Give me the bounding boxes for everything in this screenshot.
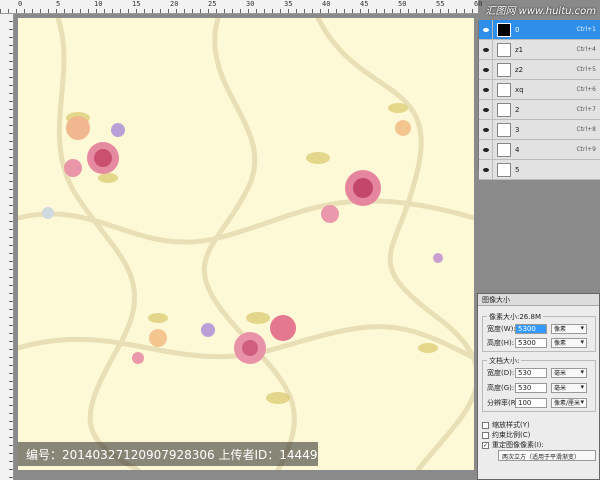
resolution-row: 分辨率(R): 100 像素/厘米: [487, 397, 587, 408]
document-size-legend: 文档大小:: [487, 356, 522, 366]
layer-name: xq: [515, 85, 524, 94]
resolution-label: 分辨率(R):: [487, 398, 521, 407]
scale-styles-label: 缩放样式(Y): [492, 421, 530, 429]
doc-height-label: 高度(G):: [487, 383, 515, 392]
doc-width-input[interactable]: 530: [515, 367, 547, 378]
scale-styles-checkbox[interactable]: 缩放样式(Y): [482, 420, 530, 430]
layer-thumbnail: [497, 42, 511, 57]
ruler-tick-label: 55: [436, 0, 445, 8]
resample-label: 重定图像像素(I):: [492, 441, 544, 449]
layer-row[interactable]: 3 Ctrl+8: [479, 119, 600, 140]
pixel-height-unit-select[interactable]: 像素: [551, 337, 587, 348]
doc-width-unit-select[interactable]: 毫米: [551, 367, 587, 378]
ruler-tick-label: 5: [56, 0, 61, 8]
constrain-proportions-label: 约束比例(C): [492, 431, 531, 439]
ruler-tick-label: 30: [246, 0, 255, 8]
document-canvas[interactable]: [18, 18, 474, 470]
visibility-eye-icon[interactable]: [479, 59, 493, 80]
doc-width-label: 宽度(D):: [487, 368, 515, 377]
vertical-ruler[interactable]: [0, 14, 14, 480]
ruler-tick-label: 15: [132, 0, 141, 8]
layer-shortcut: Ctrl+8: [576, 126, 596, 133]
ruler-tick-label: 50: [398, 0, 407, 8]
layer-name: 2: [515, 105, 520, 114]
ruler-tick-label: 35: [284, 0, 293, 8]
layer-row[interactable]: 4 Ctrl+9: [479, 139, 600, 160]
ruler-tick-label: 25: [208, 0, 217, 8]
pixel-width-row: 宽度(W): 5300 像素: [487, 323, 587, 334]
doc-height-row: 高度(G): 530 毫米: [487, 382, 587, 393]
ruler-tick-label: 60: [474, 0, 483, 8]
layer-name: z2: [515, 65, 524, 74]
doc-height-input[interactable]: 530: [515, 382, 547, 393]
image-size-dialog[interactable]: 图像大小 像素大小:26.8M 宽度(W): 5300 像素 高度(H): 53…: [477, 293, 600, 480]
layer-thumbnail: [497, 102, 511, 117]
pixel-height-row: 高度(H): 5300 像素: [487, 337, 587, 348]
pixel-dimensions-group: 像素大小:26.8M 宽度(W): 5300 像素 高度(H): 5300 像素: [482, 312, 596, 352]
visibility-eye-icon[interactable]: [479, 19, 493, 40]
pixel-height-label: 高度(H):: [487, 338, 515, 347]
layer-row[interactable]: 5: [479, 159, 600, 180]
layer-thumbnail: [497, 82, 511, 97]
layer-row[interactable]: 0 Ctrl+1: [479, 19, 600, 40]
layer-thumbnail: [497, 22, 511, 37]
resolution-input[interactable]: 100: [515, 397, 547, 408]
visibility-eye-icon[interactable]: [479, 159, 493, 180]
layer-shortcut: Ctrl+6: [576, 86, 596, 93]
dialog-title: 图像大小: [478, 294, 599, 306]
layer-name: 3: [515, 125, 520, 134]
layer-row[interactable]: 2 Ctrl+7: [479, 99, 600, 120]
layer-thumbnail: [497, 122, 511, 137]
layer-thumbnail: [497, 142, 511, 157]
layer-row[interactable]: z2 Ctrl+5: [479, 59, 600, 80]
ruler-tick-label: 10: [94, 0, 103, 8]
pixel-width-unit-select[interactable]: 像素: [551, 323, 587, 334]
layer-row[interactable]: z1 Ctrl+4: [479, 39, 600, 60]
doc-height-unit-select[interactable]: 毫米: [551, 382, 587, 393]
watermark-logo: 汇图网 www.huitu.com: [485, 6, 596, 17]
upload-info-overlay: 编号：20140327120907928306 上传者ID：14449: [18, 442, 318, 466]
visibility-eye-icon[interactable]: [479, 119, 493, 140]
layer-name: z1: [515, 45, 524, 54]
visibility-eye-icon[interactable]: [479, 39, 493, 60]
horizontal-ruler[interactable]: 0 5 10 15 20 25 30 35 40 45 50 55 60: [0, 0, 482, 14]
layer-shortcut: Ctrl+4: [576, 46, 596, 53]
scale-styles-box[interactable]: [482, 421, 489, 429]
layer-shortcut: Ctrl+7: [576, 106, 596, 113]
visibility-eye-icon[interactable]: [479, 79, 493, 100]
layer-name: 5: [515, 165, 520, 174]
pixel-dimensions-legend: 像素大小:26.8M: [487, 312, 543, 322]
constrain-proportions-checkbox[interactable]: 约束比例(C): [482, 430, 530, 440]
pixel-height-input[interactable]: 5300: [515, 337, 547, 348]
layer-shortcut: Ctrl+5: [576, 66, 596, 73]
ruler-tick-label: 0: [18, 0, 23, 8]
resample-checkbox[interactable]: 重定图像像素(I):: [482, 440, 544, 450]
ruler-tick-label: 20: [170, 0, 179, 8]
floral-pattern-image: [18, 18, 474, 470]
layers-panel[interactable]: 0 Ctrl+1 z1 Ctrl+4 z2 Ctrl+5 xq Ctrl+6 2 Ctrl+7 3 C…: [478, 19, 600, 180]
layer-shortcut: Ctrl+1: [576, 26, 596, 33]
resample-method-select[interactable]: 两次立方（适用于平滑渐变）: [498, 450, 596, 461]
pixel-width-label: 宽度(W):: [487, 324, 516, 333]
layer-name: 4: [515, 145, 520, 154]
visibility-eye-icon[interactable]: [479, 99, 493, 120]
pixel-width-input[interactable]: 5300: [515, 323, 547, 334]
layer-row[interactable]: xq Ctrl+6: [479, 79, 600, 100]
visibility-eye-icon[interactable]: [479, 139, 493, 160]
layer-name: 0: [515, 25, 520, 34]
document-size-group: 文档大小: 宽度(D): 530 毫米 高度(G): 530 毫米 分辨率(R)…: [482, 356, 596, 412]
resample-box[interactable]: [482, 441, 489, 449]
layer-thumbnail: [497, 62, 511, 77]
layer-thumbnail: [497, 162, 511, 177]
doc-width-row: 宽度(D): 530 毫米: [487, 367, 587, 378]
resolution-unit-select[interactable]: 像素/厘米: [551, 397, 587, 408]
ruler-tick-label: 45: [360, 0, 369, 8]
layer-shortcut: Ctrl+9: [576, 146, 596, 153]
constrain-proportions-box[interactable]: [482, 431, 489, 439]
ruler-tick-label: 40: [322, 0, 331, 8]
